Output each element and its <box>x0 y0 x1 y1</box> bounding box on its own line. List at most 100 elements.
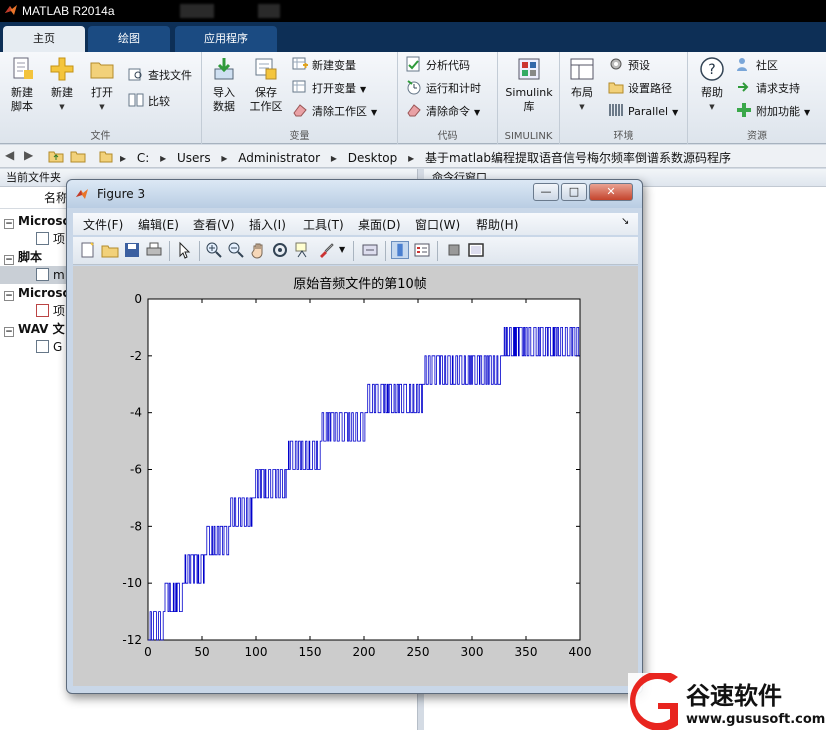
tab-home[interactable]: 主页 <box>3 26 85 52</box>
find-files-button[interactable]: 查找文件 <box>128 66 192 86</box>
chevron-down-icon: ▼ <box>672 108 679 117</box>
show-tools-icon[interactable] <box>467 241 485 259</box>
compare-button[interactable]: 比较 <box>128 92 170 112</box>
preferences-button[interactable]: 预设 <box>608 56 650 76</box>
pan-icon[interactable] <box>249 241 267 259</box>
tab-apps[interactable]: 应用程序 <box>175 26 277 52</box>
new-variable-button[interactable]: 新建变量 <box>292 56 356 76</box>
maximize-button[interactable]: □ <box>561 183 587 201</box>
ribbon-group-label: SIMULINK <box>504 131 553 142</box>
chevron-down-icon[interactable]: ▼ <box>339 241 357 259</box>
open-variable-icon <box>292 80 306 93</box>
brush-icon[interactable] <box>317 241 335 259</box>
minimize-button[interactable]: — <box>533 183 559 201</box>
layout-button[interactable]: 布局 ▼ <box>562 56 602 114</box>
file-name: 项 <box>53 232 66 246</box>
chevron-down-icon: ▼ <box>474 108 481 117</box>
ribbon-group-label: 变量 <box>289 131 310 142</box>
forward-arrow-icon[interactable]: ▶ <box>24 148 33 162</box>
audio-file-icon <box>36 340 49 353</box>
set-path-button[interactable]: 设置路径 <box>608 79 672 99</box>
hide-tools-icon[interactable] <box>445 241 463 259</box>
tree-group-label: Microso <box>18 286 71 300</box>
save-icon[interactable] <box>123 241 141 259</box>
folder-icon <box>99 151 113 163</box>
tree-group-row[interactable]: − WAV 文 <box>0 320 65 338</box>
import-data-button[interactable]: 导入 数据 <box>204 56 244 114</box>
list-item[interactable]: 项 <box>0 302 65 320</box>
new-script-label: 新建 脚本 <box>11 86 33 113</box>
ribbon-group-variable: 导入 数据 保存 工作区 新建变量 打开变量 ▼ 清除工作区 ▼ 变量 <box>202 52 398 144</box>
run-and-time-button[interactable]: 运行和计时 <box>406 79 481 99</box>
community-button[interactable]: 社区 <box>736 56 778 76</box>
open-button[interactable]: 打开 ▼ <box>82 56 122 114</box>
menu-help[interactable]: 帮助(H) <box>476 216 518 233</box>
simulink-library-button[interactable]: Simulink 库 <box>502 56 556 114</box>
list-item[interactable]: 项 <box>0 230 65 248</box>
x-tick-label: 50 <box>194 645 209 659</box>
tree-group-row[interactable]: − Microso <box>0 212 71 230</box>
compare-icon <box>128 93 144 107</box>
run-and-time-icon <box>407 80 421 95</box>
colorbar-icon[interactable] <box>391 241 409 259</box>
collapse-icon[interactable]: − <box>4 255 14 265</box>
zoom-in-icon[interactable] <box>205 241 223 259</box>
pointer-icon[interactable] <box>175 241 193 259</box>
toolbar-separator <box>385 241 386 261</box>
chart-title: 原始音频文件的第10帧 <box>293 276 427 292</box>
save-workspace-button[interactable]: 保存 工作区 <box>246 56 286 114</box>
plot-area[interactable]: 原始音频文件的第10帧 0 50 100 150 200 250 300 350 400 0 -2 -… <box>73 266 638 686</box>
tree-group-row[interactable]: − 脚本 <box>0 248 42 266</box>
request-support-button[interactable]: 请求支持 <box>736 79 800 99</box>
link-icon[interactable] <box>361 241 379 259</box>
blurred-region <box>180 4 214 18</box>
collapse-icon[interactable]: − <box>4 291 14 301</box>
up-folder-icon[interactable] <box>48 149 64 163</box>
community-icon <box>737 58 747 71</box>
collapse-icon[interactable]: − <box>4 219 14 229</box>
matlab-logo-icon <box>76 189 88 199</box>
menu-file[interactable]: 文件(F) <box>83 216 123 233</box>
open-variable-button[interactable]: 打开变量 ▼ <box>292 79 366 99</box>
print-icon[interactable] <box>145 241 163 259</box>
menu-view[interactable]: 查看(V) <box>193 216 235 233</box>
menu-desktop[interactable]: 桌面(D) <box>358 216 401 233</box>
tree-group-row[interactable]: − Microso <box>0 284 71 302</box>
new-figure-icon[interactable] <box>79 241 97 259</box>
breadcrumb-item[interactable]: 基于matlab编程提取语音信号梅尔频率倒谱系数源码程序 <box>425 151 731 165</box>
toolbar-separator <box>353 241 354 261</box>
clear-commands-button[interactable]: 清除命令 ▼ <box>406 102 480 122</box>
new-button[interactable]: 新建 ▼ <box>42 56 82 114</box>
dock-arrow-icon[interactable]: ↘ <box>621 216 629 227</box>
back-arrow-icon[interactable]: ◀ <box>5 148 14 162</box>
add-ons-button[interactable]: 附加功能 ▼ <box>736 102 810 122</box>
rotate-icon[interactable] <box>271 241 289 259</box>
clear-workspace-button[interactable]: 清除工作区 ▼ <box>292 102 377 122</box>
open-icon[interactable] <box>101 241 119 259</box>
breadcrumb-item[interactable]: C: <box>137 151 149 165</box>
breadcrumb-item[interactable]: Users <box>177 151 211 165</box>
close-button[interactable]: ✕ <box>589 183 633 201</box>
menu-tools[interactable]: 工具(T) <box>303 216 344 233</box>
legend-icon[interactable] <box>413 241 431 259</box>
y-tick-label: -2 <box>130 349 142 363</box>
breadcrumb-item[interactable]: Administrator <box>238 151 320 165</box>
zoom-out-icon[interactable] <box>227 241 245 259</box>
analyze-code-button[interactable]: 分析代码 <box>406 56 470 76</box>
menu-edit[interactable]: 编辑(E) <box>138 216 179 233</box>
new-script-button[interactable]: 新建 脚本 <box>2 56 42 114</box>
help-icon: ? <box>700 57 724 81</box>
menu-window[interactable]: 窗口(W) <box>415 216 460 233</box>
figure-titlebar[interactable]: Figure 3 — □ ✕ <box>67 180 642 208</box>
help-button[interactable]: ? 帮助 ▼ <box>692 56 732 114</box>
x-tick-label: 400 <box>569 645 592 659</box>
tab-plots[interactable]: 绘图 <box>88 26 170 52</box>
list-item[interactable]: G <box>0 338 62 356</box>
breadcrumb-item[interactable]: Desktop <box>348 151 398 165</box>
collapse-icon[interactable]: − <box>4 327 14 337</box>
browse-folder-icon[interactable] <box>70 149 86 163</box>
data-cursor-icon[interactable] <box>293 241 311 259</box>
parallel-button[interactable]: Parallel ▼ <box>608 102 678 122</box>
menu-insert[interactable]: 插入(I) <box>249 216 286 233</box>
file-name: 项 <box>53 304 66 318</box>
